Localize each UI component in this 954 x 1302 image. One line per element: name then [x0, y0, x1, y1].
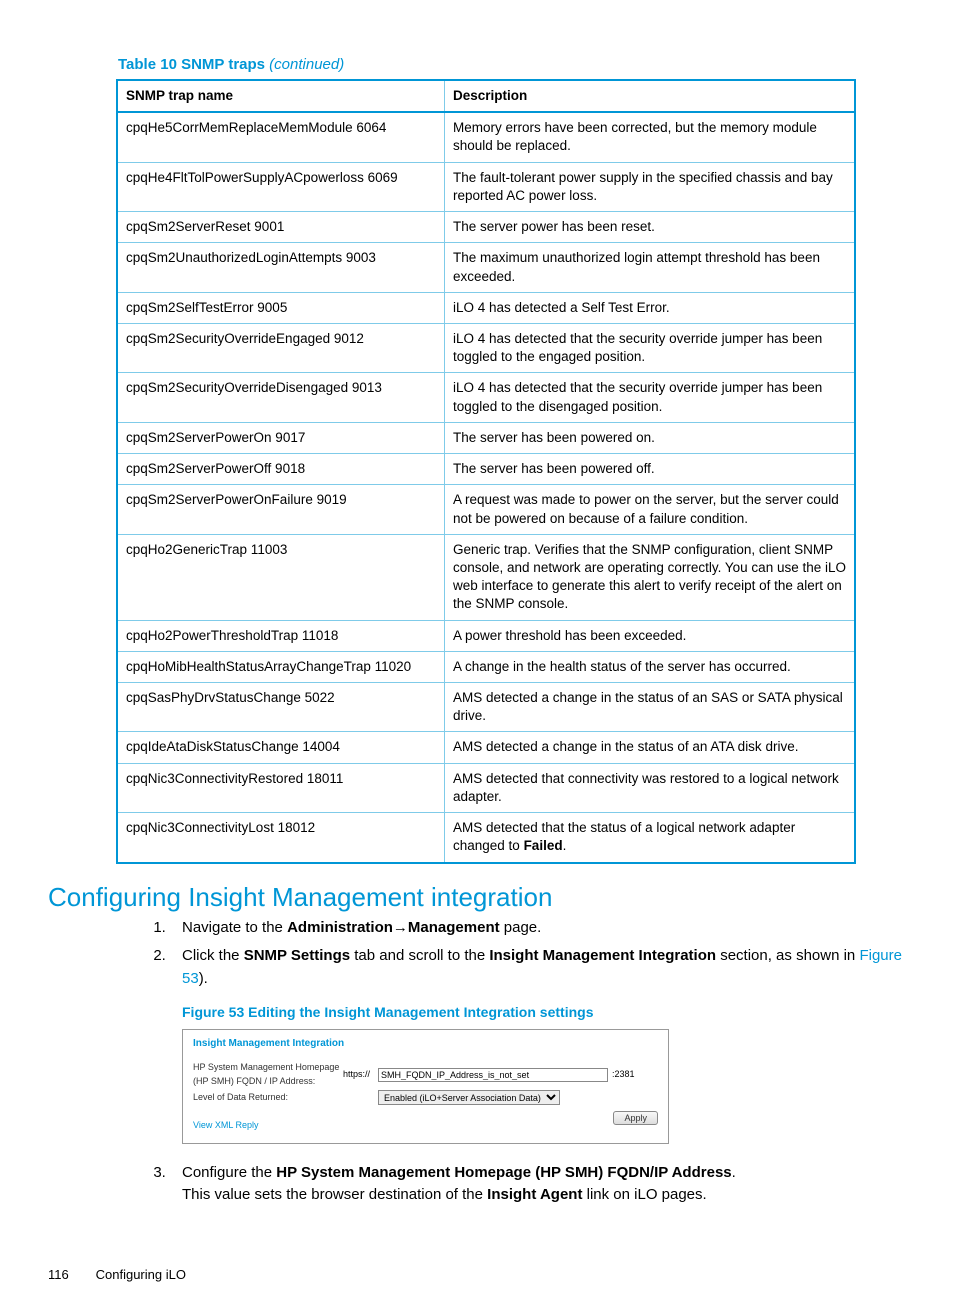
trap-name: cpqSasPhyDrvStatusChange 5022 [117, 683, 445, 732]
fig-port: :2381 [612, 1068, 635, 1082]
table-row: cpqHe4FltTolPowerSupplyACpowerloss 6069T… [117, 162, 855, 211]
trap-name: cpqSm2ServerPowerOn 9017 [117, 422, 445, 453]
trap-desc: iLO 4 has detected that the security ove… [445, 373, 856, 422]
table-row: cpqHe5CorrMemReplaceMemModule 6064Memory… [117, 112, 855, 162]
figure-title: Insight Management Integration [193, 1036, 658, 1051]
trap-name: cpqHe4FltTolPowerSupplyACpowerloss 6069 [117, 162, 445, 211]
table-row: cpqSm2UnauthorizedLoginAttempts 9003The … [117, 243, 855, 292]
step-3: Configure the HP System Management Homep… [170, 1162, 906, 1207]
table-row: cpqSm2SecurityOverrideEngaged 9012iLO 4 … [117, 323, 855, 372]
trap-desc: The fault-tolerant power supply in the s… [445, 162, 856, 211]
fig-proto: https:// [343, 1068, 378, 1082]
figure-box: Insight Management Integration HP System… [182, 1029, 669, 1144]
trap-desc: A power threshold has been exceeded. [445, 620, 856, 651]
page-number: 116 [48, 1267, 92, 1282]
table-row: cpqSm2SecurityOverrideDisengaged 9013iLO… [117, 373, 855, 422]
table-row: cpqSasPhyDrvStatusChange 5022AMS detecte… [117, 683, 855, 732]
table-row: cpqHoMibHealthStatusArrayChangeTrap 1102… [117, 651, 855, 682]
col-header-desc: Description [445, 80, 856, 112]
table-row: cpqNic3ConnectivityRestored 18011AMS det… [117, 763, 855, 812]
trap-name: cpqSm2SecurityOverrideDisengaged 9013 [117, 373, 445, 422]
trap-desc: AMS detected a change in the status of a… [445, 683, 856, 732]
trap-name: cpqNic3ConnectivityLost 18012 [117, 813, 445, 863]
table-title: Table 10 SNMP traps (continued) [118, 56, 906, 73]
trap-desc: Memory errors have been corrected, but t… [445, 112, 856, 162]
fig-apply-button[interactable]: Apply [613, 1111, 658, 1125]
trap-desc: The server has been powered on. [445, 422, 856, 453]
trap-name: cpqHoMibHealthStatusArrayChangeTrap 1102… [117, 651, 445, 682]
table-title-text: Table 10 SNMP traps [118, 56, 269, 73]
fig-select-level[interactable]: Enabled (iLO+Server Association Data) [378, 1090, 560, 1105]
trap-name: cpqSm2SecurityOverrideEngaged 9012 [117, 323, 445, 372]
steps-list: Navigate to the Administration→Managemen… [170, 917, 906, 1207]
trap-desc: AMS detected that connectivity was resto… [445, 763, 856, 812]
trap-desc: The maximum unauthorized login attempt t… [445, 243, 856, 292]
section-heading: Configuring Insight Management integrati… [48, 882, 906, 913]
figure-caption: Figure 53 Editing the Insight Management… [182, 1002, 906, 1023]
table-row: cpqSm2ServerReset 9001The server power h… [117, 212, 855, 243]
table-row: cpqSm2ServerPowerOff 9018The server has … [117, 454, 855, 485]
fig-input-fqdn[interactable] [378, 1068, 608, 1082]
step-2: Click the SNMP Settings tab and scroll t… [170, 945, 906, 1144]
trap-desc: AMS detected that the status of a logica… [445, 813, 856, 863]
col-header-name: SNMP trap name [117, 80, 445, 112]
fig-label-level: Level of Data Returned: [193, 1091, 343, 1105]
step-1: Navigate to the Administration→Managemen… [170, 917, 906, 940]
table-row: cpqSm2SelfTestError 9005iLO 4 has detect… [117, 292, 855, 323]
trap-desc: A request was made to power on the serve… [445, 485, 856, 534]
trap-name: cpqSm2ServerReset 9001 [117, 212, 445, 243]
fig-label-fqdn: HP System Management Homepage (HP SMH) F… [193, 1061, 343, 1088]
trap-name: cpqHo2PowerThresholdTrap 11018 [117, 620, 445, 651]
trap-desc: AMS detected a change in the status of a… [445, 732, 856, 763]
trap-name: cpqSm2UnauthorizedLoginAttempts 9003 [117, 243, 445, 292]
trap-name: cpqNic3ConnectivityRestored 18011 [117, 763, 445, 812]
trap-desc: A change in the health status of the ser… [445, 651, 856, 682]
trap-name: cpqSm2SelfTestError 9005 [117, 292, 445, 323]
table-title-continued: (continued) [269, 56, 344, 73]
footer-section: Configuring iLO [96, 1267, 186, 1282]
trap-desc: The server has been powered off. [445, 454, 856, 485]
trap-name: cpqSm2ServerPowerOff 9018 [117, 454, 445, 485]
trap-name: cpqSm2ServerPowerOnFailure 9019 [117, 485, 445, 534]
trap-desc: Generic trap. Verifies that the SNMP con… [445, 534, 856, 620]
trap-name: cpqIdeAtaDiskStatusChange 14004 [117, 732, 445, 763]
snmp-traps-table: SNMP trap name Description cpqHe5CorrMem… [116, 79, 856, 864]
table-row: cpqIdeAtaDiskStatusChange 14004AMS detec… [117, 732, 855, 763]
trap-name: cpqHo2GenericTrap 11003 [117, 534, 445, 620]
trap-desc: The server power has been reset. [445, 212, 856, 243]
fig-view-xml-link[interactable]: View XML Reply [193, 1119, 259, 1133]
table-row: cpqNic3ConnectivityLost 18012AMS detecte… [117, 813, 855, 863]
table-row: cpqHo2PowerThresholdTrap 11018A power th… [117, 620, 855, 651]
footer: 116 Configuring iLO [48, 1267, 906, 1282]
trap-desc: iLO 4 has detected a Self Test Error. [445, 292, 856, 323]
table-row: cpqSm2ServerPowerOnFailure 9019A request… [117, 485, 855, 534]
table-row: cpqSm2ServerPowerOn 9017The server has b… [117, 422, 855, 453]
table-row: cpqHo2GenericTrap 11003Generic trap. Ver… [117, 534, 855, 620]
trap-desc: iLO 4 has detected that the security ove… [445, 323, 856, 372]
trap-name: cpqHe5CorrMemReplaceMemModule 6064 [117, 112, 445, 162]
